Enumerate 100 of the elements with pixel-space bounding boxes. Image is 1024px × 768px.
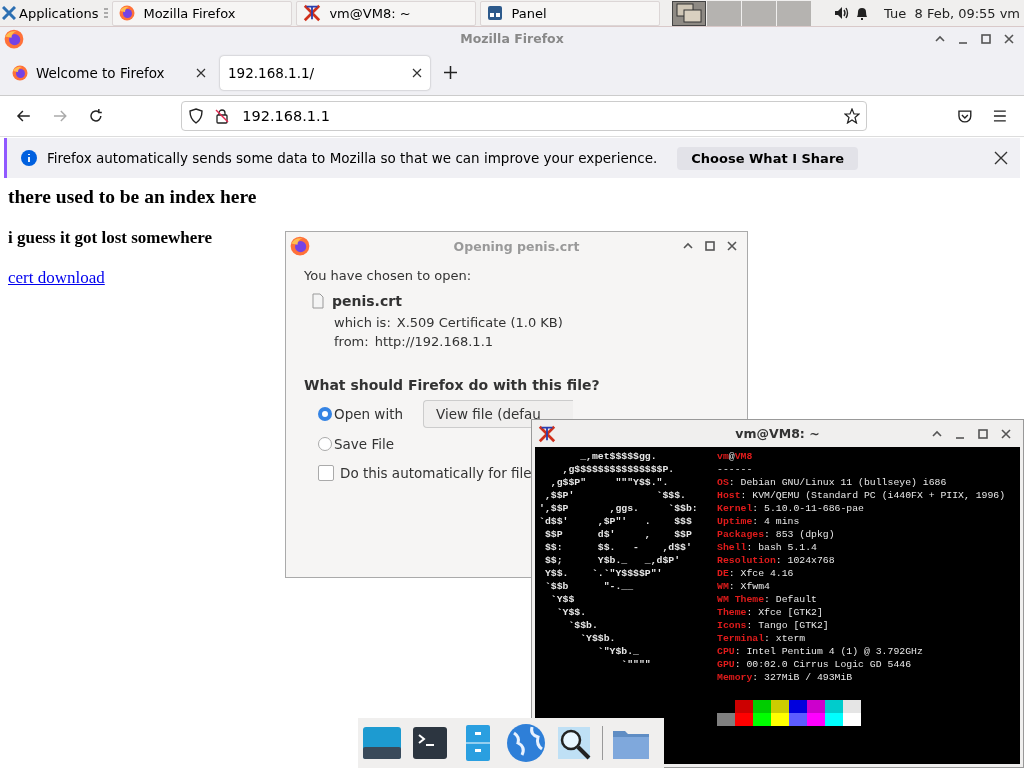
bell-icon[interactable] <box>854 5 870 21</box>
radio-button[interactable]: Open with <box>318 406 403 422</box>
info-label: Icons <box>717 619 747 632</box>
question-text: What should Firefox do with this file? <box>304 377 600 393</box>
info-value: : Xfwm4 <box>728 580 770 593</box>
info-label: Host <box>717 489 741 502</box>
ascii-art-line: _,met$$$$$gg. <box>579 450 658 463</box>
info-label: GPU <box>717 658 735 671</box>
taskbar-button[interactable]: Mozilla Firefox <box>112 0 293 26</box>
star-icon[interactable] <box>843 108 860 124</box>
info-value: : Intel Pentium 4 (1) @ 3.792GHz <box>734 645 923 658</box>
address-bar[interactable]: 192.168.1.1 <box>181 101 867 131</box>
panel-icon <box>487 5 504 21</box>
ascii-art-line: ,g$$$$$$$$$$$$$$$P. <box>561 463 676 476</box>
info-label: DE <box>717 567 729 580</box>
page-subheading: i guess it got lost somewhere <box>8 228 213 248</box>
info-value: : Default <box>764 593 817 606</box>
user-host-text: VM8 <box>734 450 753 463</box>
info-value: : Xfce [GTK2] <box>746 606 823 619</box>
applications-menu[interactable]: Applications <box>0 5 101 21</box>
workspace-button[interactable] <box>672 0 707 26</box>
padlock-icon <box>214 108 231 124</box>
info-value: : KVM/QEMU (Standard PC (i440FX + PIIX, 1996) <box>740 489 1006 502</box>
separator-text: ------ <box>717 463 753 476</box>
handle-icon <box>104 7 109 19</box>
info-icon <box>21 150 37 166</box>
page-heading: there used to be an index here <box>8 186 257 208</box>
info-label: Resolution <box>717 554 776 567</box>
collapse-icon[interactable] <box>935 33 945 44</box>
ascii-art-line: `"""" <box>620 658 652 671</box>
info-value: : Debian GNU/Linux 11 (bullseye) i686 <box>728 476 947 489</box>
browser-tab[interactable]: 192.168.1.1/ <box>220 55 430 90</box>
firefox-icon <box>4 28 24 49</box>
maximize-icon[interactable] <box>978 428 988 439</box>
info-label: Terminal <box>717 632 765 645</box>
radio-button[interactable]: Save File <box>318 436 395 452</box>
ascii-art-line: `$$b. <box>567 619 599 632</box>
info-value: : 327MiB / 493MiB <box>752 671 853 684</box>
taskbar-button[interactable]: vm@VM8: ~ <box>296 0 477 26</box>
xterm-icon <box>303 4 322 22</box>
windows-icon <box>676 3 703 23</box>
shield-icon <box>188 108 205 124</box>
close-icon[interactable] <box>994 151 1008 165</box>
download-link[interactable]: cert download <box>8 268 105 288</box>
info-label: Kernel <box>717 502 753 515</box>
collapse-icon[interactable] <box>932 428 942 439</box>
info-value: : bash 5.1.4 <box>746 541 817 554</box>
clock[interactable]: Tue 8 Feb, 09:55 <box>884 5 996 21</box>
browser-tab[interactable]: Welcome to Firefox <box>4 55 214 90</box>
window-title: Mozilla Firefox <box>460 31 564 46</box>
ascii-art-line: $$; Y$b._ _,d$P' <box>543 554 682 567</box>
info-value: : 1024x768 <box>775 554 835 567</box>
dialog-title: Opening penis.crt <box>453 238 580 254</box>
user-host-text: vm <box>717 450 729 463</box>
info-label: Shell <box>717 541 747 554</box>
detail-label: from: <box>334 334 369 349</box>
ascii-art-line: `Y$$ <box>549 593 576 606</box>
detail-value: X.509 Certificate (1.0 KB) <box>396 315 563 330</box>
detail-label: which is: <box>334 315 391 330</box>
info-label: WM Theme <box>717 593 765 606</box>
info-label: Memory <box>717 671 753 684</box>
close-icon[interactable] <box>412 67 422 78</box>
window-title: vm@VM8: ~ <box>735 426 820 441</box>
volume-icon[interactable] <box>834 5 850 21</box>
back-icon[interactable] <box>16 108 32 124</box>
new-tab-icon[interactable] <box>444 66 457 79</box>
info-value: : Xfce 4.16 <box>728 567 794 580</box>
pocket-icon[interactable] <box>956 108 973 124</box>
ascii-art-line: $$P d$' , $$P <box>543 528 693 541</box>
checkbox[interactable]: Do this automatically for file <box>318 465 532 481</box>
close-icon[interactable] <box>1001 428 1011 439</box>
taskbar-button[interactable]: Panel <box>480 0 661 26</box>
maximize-icon[interactable] <box>705 241 715 251</box>
reload-icon[interactable] <box>87 108 104 124</box>
close-icon[interactable] <box>1004 33 1014 44</box>
globe-icon[interactable] <box>506 723 546 763</box>
ascii-art-line: `Y$$b. <box>579 632 617 645</box>
info-value: : 00:02.0 Cirrus Logic GD 5446 <box>734 658 911 671</box>
intro-text: You have chosen to open: <box>304 268 472 283</box>
info-label: OS <box>717 476 729 489</box>
close-icon[interactable] <box>727 241 737 251</box>
app-dropdown[interactable]: View file (defau <box>423 400 573 428</box>
notification-text: Firefox automatically sends some data to Mozilla so that we can improve your experience. <box>47 150 658 166</box>
user-name[interactable]: vm <box>999 5 1020 21</box>
xterm-icon <box>538 424 556 443</box>
firefox-icon <box>119 5 136 21</box>
close-icon[interactable] <box>196 67 206 78</box>
ascii-art-line: `d$$' ,$P"' . $$$ <box>539 515 693 528</box>
info-value: : 5.10.0-11-686-pae <box>752 502 864 515</box>
info-label: WM <box>717 580 729 593</box>
choose-button[interactable]: Choose What I Share <box>677 146 859 170</box>
ascii-art-line: `"Y$b._ <box>596 645 640 658</box>
info-value: : 4 mins <box>752 515 800 528</box>
menu-icon[interactable] <box>992 108 1008 124</box>
maximize-icon[interactable] <box>981 33 991 44</box>
collapse-icon[interactable] <box>683 241 693 251</box>
at-sign: @ <box>728 450 735 463</box>
file-name: penis.crt <box>332 293 402 309</box>
info-value: : 853 (dpkg) <box>764 528 835 541</box>
detail-value: http://192.168.1.1 <box>374 334 494 349</box>
